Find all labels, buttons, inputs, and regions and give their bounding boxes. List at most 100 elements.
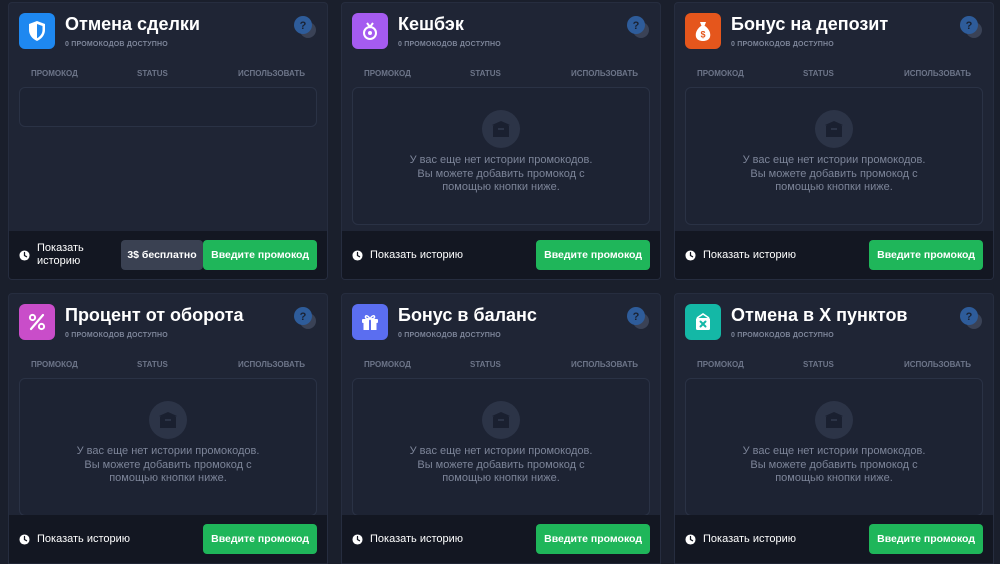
empty-history-text: У вас еще нет истории промокодов. Вы мож…	[409, 154, 593, 193]
help-icon[interactable]: ?	[626, 15, 650, 39]
empty-box-icon	[482, 401, 520, 439]
col-status: STATUS	[137, 360, 168, 369]
promo-cards-grid: Отмена сделки 0 ПРОМОКОДОВ ДОСТУПНО ? ПР…	[0, 0, 1000, 564]
col-use: ИСПОЛЬЗОВАТЬ	[238, 360, 305, 369]
card-title: Кешбэк	[398, 14, 464, 34]
empty-history-text: У вас еще нет истории промокодов. Вы мож…	[742, 445, 926, 484]
empty-box-icon	[815, 110, 853, 148]
show-history-label: Показать историю	[370, 249, 464, 261]
cashback-icon	[352, 13, 388, 49]
card-available-count: 0 ПРОМОКОДОВ ДОСТУПНО	[731, 332, 834, 339]
show-history-label: Показать историю	[370, 533, 464, 545]
show-history-link[interactable]: Показать историю	[352, 231, 463, 279]
empty-box-icon	[149, 401, 187, 439]
table-header: ПРОМОКОД STATUS ИСПОЛЬЗОВАТЬ	[352, 360, 650, 372]
card-footer: Показать историю Введите промокод	[9, 515, 327, 563]
promo-card-points-cancel: Отмена в X пунктов 0 ПРОМОКОДОВ ДОСТУПНО…	[674, 293, 994, 564]
history-list	[19, 87, 317, 127]
card-footer: Показать историю Введите промокод	[342, 515, 660, 563]
help-icon[interactable]: ?	[959, 15, 983, 39]
col-use: ИСПОЛЬЗОВАТЬ	[238, 69, 305, 78]
card-footer: Показать историю Введите промокод	[675, 515, 993, 563]
empty-box-icon	[482, 110, 520, 148]
empty-history-text: У вас еще нет истории промокодов. Вы мож…	[409, 445, 593, 484]
help-icon[interactable]: ?	[959, 306, 983, 330]
table-header: ПРОМОКОД STATUS ИСПОЛЬЗОВАТЬ	[685, 360, 983, 372]
history-list: У вас еще нет истории промокодов. Вы мож…	[19, 378, 317, 516]
svg-text:?: ?	[633, 20, 640, 32]
money-bag-icon: $	[685, 13, 721, 49]
col-status: STATUS	[803, 360, 834, 369]
help-icon[interactable]: ?	[293, 15, 317, 39]
clock-icon	[352, 249, 363, 261]
clock-icon	[685, 533, 696, 545]
card-header: $ Бонус на депозит 0 ПРОМОКОДОВ ДОСТУПНО	[685, 13, 983, 53]
card-title: Отмена сделки	[65, 14, 200, 34]
col-use: ИСПОЛЬЗОВАТЬ	[571, 360, 638, 369]
show-history-link[interactable]: Показать историю	[352, 515, 463, 563]
svg-text:?: ?	[300, 20, 307, 32]
show-history-link[interactable]: Показать историю	[685, 515, 796, 563]
table-header: ПРОМОКОД STATUS ИСПОЛЬЗОВАТЬ	[685, 69, 983, 81]
show-history-link[interactable]: Показать историю	[19, 515, 130, 563]
clock-icon	[352, 533, 363, 545]
col-promocode: ПРОМОКОД	[697, 69, 744, 78]
col-status: STATUS	[137, 69, 168, 78]
svg-text:?: ?	[966, 20, 973, 32]
history-list: У вас еще нет истории промокодов. Вы мож…	[352, 378, 650, 516]
show-history-label: Показать историю	[37, 242, 84, 267]
enter-promocode-button[interactable]: Введите промокод	[536, 524, 650, 554]
show-history-label: Показать историю	[703, 533, 797, 545]
card-footer: Показать историю Введите промокод	[342, 231, 660, 279]
gift-icon	[352, 304, 388, 340]
empty-box-icon	[815, 401, 853, 439]
history-list: У вас еще нет истории промокодов. Вы мож…	[685, 87, 983, 225]
clock-icon	[685, 249, 696, 261]
col-use: ИСПОЛЬЗОВАТЬ	[571, 69, 638, 78]
promo-card-deal-cancel: Отмена сделки 0 ПРОМОКОДОВ ДОСТУПНО ? ПР…	[8, 2, 328, 280]
card-header: Кешбэк 0 ПРОМОКОДОВ ДОСТУПНО	[352, 13, 650, 53]
show-history-link[interactable]: Показать историю	[19, 231, 113, 279]
table-header: ПРОМОКОД STATUS ИСПОЛЬЗОВАТЬ	[19, 69, 317, 81]
empty-history-text: У вас еще нет истории промокодов. Вы мож…	[76, 445, 260, 484]
col-status: STATUS	[470, 69, 501, 78]
col-use: ИСПОЛЬЗОВАТЬ	[904, 360, 971, 369]
cancel-points-icon	[685, 304, 721, 340]
history-list: У вас еще нет истории промокодов. Вы мож…	[685, 378, 983, 516]
promo-card-cashback: Кешбэк 0 ПРОМОКОДОВ ДОСТУПНО ? ПРОМОКОД …	[341, 2, 661, 280]
shield-icon	[19, 13, 55, 49]
show-history-label: Показать историю	[37, 533, 131, 545]
enter-promocode-button[interactable]: Введите промокод	[203, 240, 317, 270]
help-icon[interactable]: ?	[626, 306, 650, 330]
svg-text:$: $	[700, 30, 705, 40]
table-header: ПРОМОКОД STATUS ИСПОЛЬЗОВАТЬ	[352, 69, 650, 81]
help-icon[interactable]: ?	[293, 306, 317, 330]
col-promocode: ПРОМОКОД	[31, 69, 78, 78]
free-bonus-button[interactable]: 3$ бесплатно	[121, 240, 203, 270]
svg-text:?: ?	[966, 311, 973, 323]
card-available-count: 0 ПРОМОКОДОВ ДОСТУПНО	[65, 41, 168, 48]
history-list: У вас еще нет истории промокодов. Вы мож…	[352, 87, 650, 225]
svg-text:?: ?	[300, 311, 307, 323]
percent-icon	[19, 304, 55, 340]
card-available-count: 0 ПРОМОКОДОВ ДОСТУПНО	[731, 41, 834, 48]
enter-promocode-button[interactable]: Введите промокод	[203, 524, 317, 554]
enter-promocode-button[interactable]: Введите промокод	[536, 240, 650, 270]
enter-promocode-button[interactable]: Введите промокод	[869, 524, 983, 554]
card-footer: Показать историю Введите промокод	[675, 231, 993, 279]
enter-promocode-button[interactable]: Введите промокод	[869, 240, 983, 270]
promo-card-balance-bonus: Бонус в баланс 0 ПРОМОКОДОВ ДОСТУПНО ? П…	[341, 293, 661, 564]
card-footer: Показать историю 3$ бесплатно Введите пр…	[9, 231, 327, 279]
col-promocode: ПРОМОКОД	[364, 360, 411, 369]
svg-text:?: ?	[633, 311, 640, 323]
card-header: Отмена в X пунктов 0 ПРОМОКОДОВ ДОСТУПНО	[685, 304, 983, 344]
card-title: Процент от оборота	[65, 305, 244, 325]
card-available-count: 0 ПРОМОКОДОВ ДОСТУПНО	[65, 332, 168, 339]
col-status: STATUS	[803, 69, 834, 78]
card-header: Процент от оборота 0 ПРОМОКОДОВ ДОСТУПНО	[19, 304, 317, 344]
show-history-link[interactable]: Показать историю	[685, 231, 796, 279]
promo-card-turnover-percent: Процент от оборота 0 ПРОМОКОДОВ ДОСТУПНО…	[8, 293, 328, 564]
empty-history-text: У вас еще нет истории промокодов. Вы мож…	[742, 154, 926, 193]
card-title: Бонус в баланс	[398, 305, 537, 325]
promo-card-deposit-bonus: $ Бонус на депозит 0 ПРОМОКОДОВ ДОСТУПНО…	[674, 2, 994, 280]
